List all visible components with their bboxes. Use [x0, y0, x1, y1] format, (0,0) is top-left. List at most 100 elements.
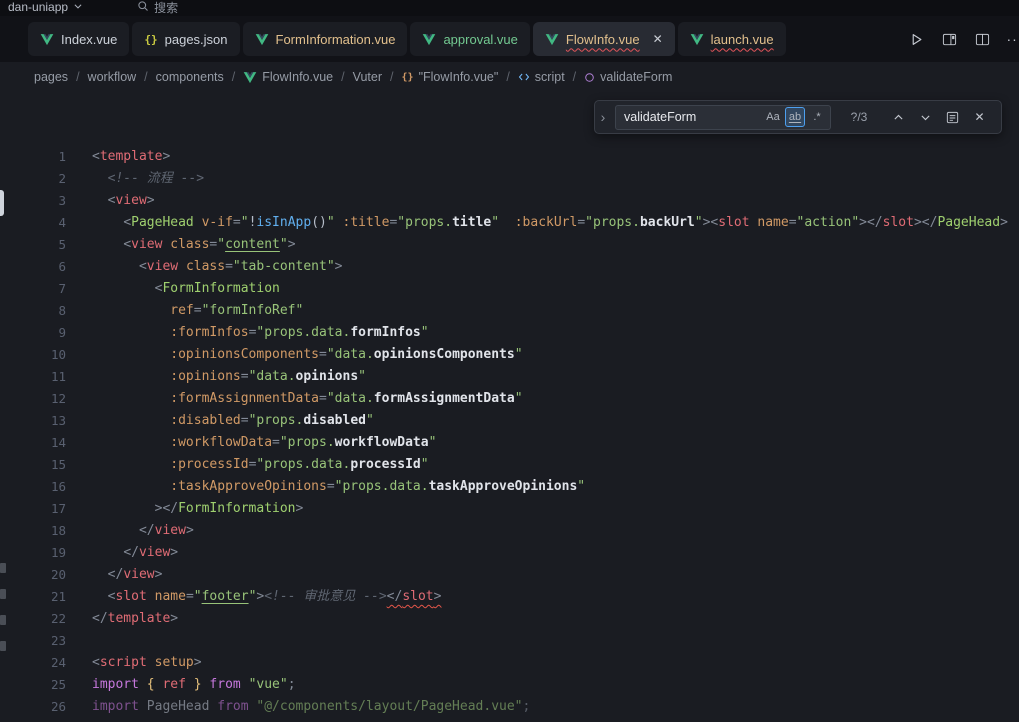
chevron-right-icon: › [601, 109, 606, 125]
next-match-button[interactable] [914, 106, 937, 129]
line-number: 12 [0, 388, 80, 410]
run-button[interactable] [906, 29, 926, 49]
code-line-11: 11 :opinions="data.opinions" [0, 366, 1019, 388]
find-input[interactable] [624, 110, 761, 124]
line-content: import { ref } from "vue"; [80, 674, 296, 696]
sidebar-edge-mark [0, 563, 6, 573]
tab-approval.vue[interactable]: approval.vue [410, 22, 529, 56]
line-content: </template> [80, 608, 178, 630]
line-content: <slot name="footer"><!-- 审批意见 --></slot> [80, 586, 441, 608]
search-label: 搜索 [154, 0, 178, 16]
line-content: ></FormInformation> [80, 498, 303, 520]
workspace-switcher[interactable]: dan-uniapp [0, 0, 83, 14]
breadcrumb-item-validateForm[interactable]: validateForm [584, 70, 672, 84]
match-case-button[interactable]: Aa [763, 107, 783, 127]
tab-label: FormInformation.vue [276, 32, 396, 47]
vue-file-icon [690, 33, 704, 46]
code-line-5: 5 <view class="content"> [0, 234, 1019, 256]
breadcrumb-label: script [535, 70, 565, 84]
line-number: 17 [0, 498, 80, 520]
find-in-selection-button[interactable] [941, 106, 964, 129]
whole-word-icon: ab [789, 111, 801, 123]
line-number: 19 [0, 542, 80, 564]
json-file-icon: {} [144, 33, 157, 46]
vue-file-icon [255, 33, 269, 46]
breadcrumb-item-components[interactable]: components [156, 70, 224, 84]
split-editor-button[interactable] [972, 29, 992, 49]
find-results-count: ?/3 [835, 110, 883, 124]
tab-launch.vue[interactable]: launch.vue [678, 22, 786, 56]
close-tab-icon[interactable]: ✕ [653, 32, 663, 46]
breadcrumb-item-script[interactable]: script [518, 70, 565, 84]
line-content: :workflowData="props.workflowData" [80, 432, 436, 454]
vue-file-icon [40, 33, 54, 46]
code-line-7: 7 <FormInformation [0, 278, 1019, 300]
toggle-replace-button[interactable]: › [595, 101, 611, 133]
code-symbol-icon [518, 71, 530, 83]
code-line-19: 19 </view> [0, 542, 1019, 564]
tab-pages.json[interactable]: {}pages.json [132, 22, 239, 56]
editor-pane[interactable]: › Aa ab .* ?/3 ✕ 1<template>2 <!-- 流程 --… [0, 92, 1019, 722]
breadcrumb-label: workflow [88, 70, 137, 84]
breadcrumb-item-FlowInfo.vue[interactable]: FlowInfo.vue [243, 70, 333, 84]
tab-FormInformation.vue[interactable]: FormInformation.vue [243, 22, 408, 56]
code-editor[interactable]: 1<template>2 <!-- 流程 -->3 <view>4 <PageH… [0, 92, 1019, 718]
line-number: 1 [0, 146, 80, 168]
line-content: <script setup> [80, 652, 202, 674]
find-input-box: Aa ab .* [615, 105, 831, 130]
workspace-name: dan-uniapp [8, 0, 68, 14]
previous-match-button[interactable] [887, 106, 910, 129]
line-content: :opinions="data.opinions" [80, 366, 366, 388]
search-icon [137, 0, 149, 15]
line-number: 21 [0, 586, 80, 608]
breadcrumb-item-workflow[interactable]: workflow [88, 70, 137, 84]
breadcrumb-label: validateForm [600, 70, 672, 84]
code-line-2: 2 <!-- 流程 --> [0, 168, 1019, 190]
close-find-icon[interactable]: ✕ [968, 106, 991, 129]
regex-button[interactable]: .* [807, 107, 827, 127]
breadcrumb-label: Vuter [353, 70, 382, 84]
tab-Index.vue[interactable]: Index.vue [28, 22, 129, 56]
code-line-6: 6 <view class="tab-content"> [0, 256, 1019, 278]
vue-symbol-icon [243, 71, 257, 84]
code-line-3: 3 <view> [0, 190, 1019, 212]
line-content: </view> [80, 542, 178, 564]
customize-layout-button[interactable] [939, 29, 959, 49]
line-content: import PageHead from "@/components/layou… [80, 696, 530, 718]
breadcrumb-item-Vuter[interactable]: Vuter [353, 70, 382, 84]
line-number: 18 [0, 520, 80, 542]
breadcrumb-item-FlowInfo.vue[interactable]: {}"FlowInfo.vue" [402, 70, 499, 84]
code-line-10: 10 :opinionsComponents="data.opinionsCom… [0, 344, 1019, 366]
line-number: 20 [0, 564, 80, 586]
tab-FlowInfo.vue[interactable]: FlowInfo.vue✕ [533, 22, 675, 56]
breadcrumb-item-pages[interactable]: pages [34, 70, 68, 84]
line-number: 8 [0, 300, 80, 322]
code-line-9: 9 :formInfos="props.data.formInfos" [0, 322, 1019, 344]
line-content: :taskApproveOpinions="props.data.taskApp… [80, 476, 585, 498]
code-line-24: 24<script setup> [0, 652, 1019, 674]
breadcrumb-separator: / [232, 70, 235, 84]
line-content [80, 630, 92, 652]
code-line-13: 13 :disabled="props.disabled" [0, 410, 1019, 432]
sidebar-edge-mark [0, 641, 6, 651]
line-content: :opinionsComponents="data.opinionsCompon… [80, 344, 523, 366]
titlebar-search[interactable]: 搜索 [137, 0, 178, 16]
more-actions-button[interactable]: ··· [1005, 29, 1019, 49]
line-number: 16 [0, 476, 80, 498]
code-line-14: 14 :workflowData="props.workflowData" [0, 432, 1019, 454]
line-content: :disabled="props.disabled" [80, 410, 374, 432]
breadcrumb-separator: / [390, 70, 393, 84]
whole-word-button[interactable]: ab [785, 107, 805, 127]
tab-label: approval.vue [443, 32, 517, 47]
line-content: <view class="tab-content"> [80, 256, 342, 278]
line-number: 5 [0, 234, 80, 256]
line-number: 15 [0, 454, 80, 476]
chevron-down-icon [73, 0, 83, 14]
find-widget: › Aa ab .* ?/3 ✕ [594, 100, 1002, 134]
vue-file-icon [545, 33, 559, 46]
line-number: 9 [0, 322, 80, 344]
window-titlebar: dan-uniapp 搜索 [0, 0, 1019, 16]
line-number: 11 [0, 366, 80, 388]
breadcrumb-separator: / [506, 70, 509, 84]
sidebar-edge-artifact [0, 190, 4, 216]
